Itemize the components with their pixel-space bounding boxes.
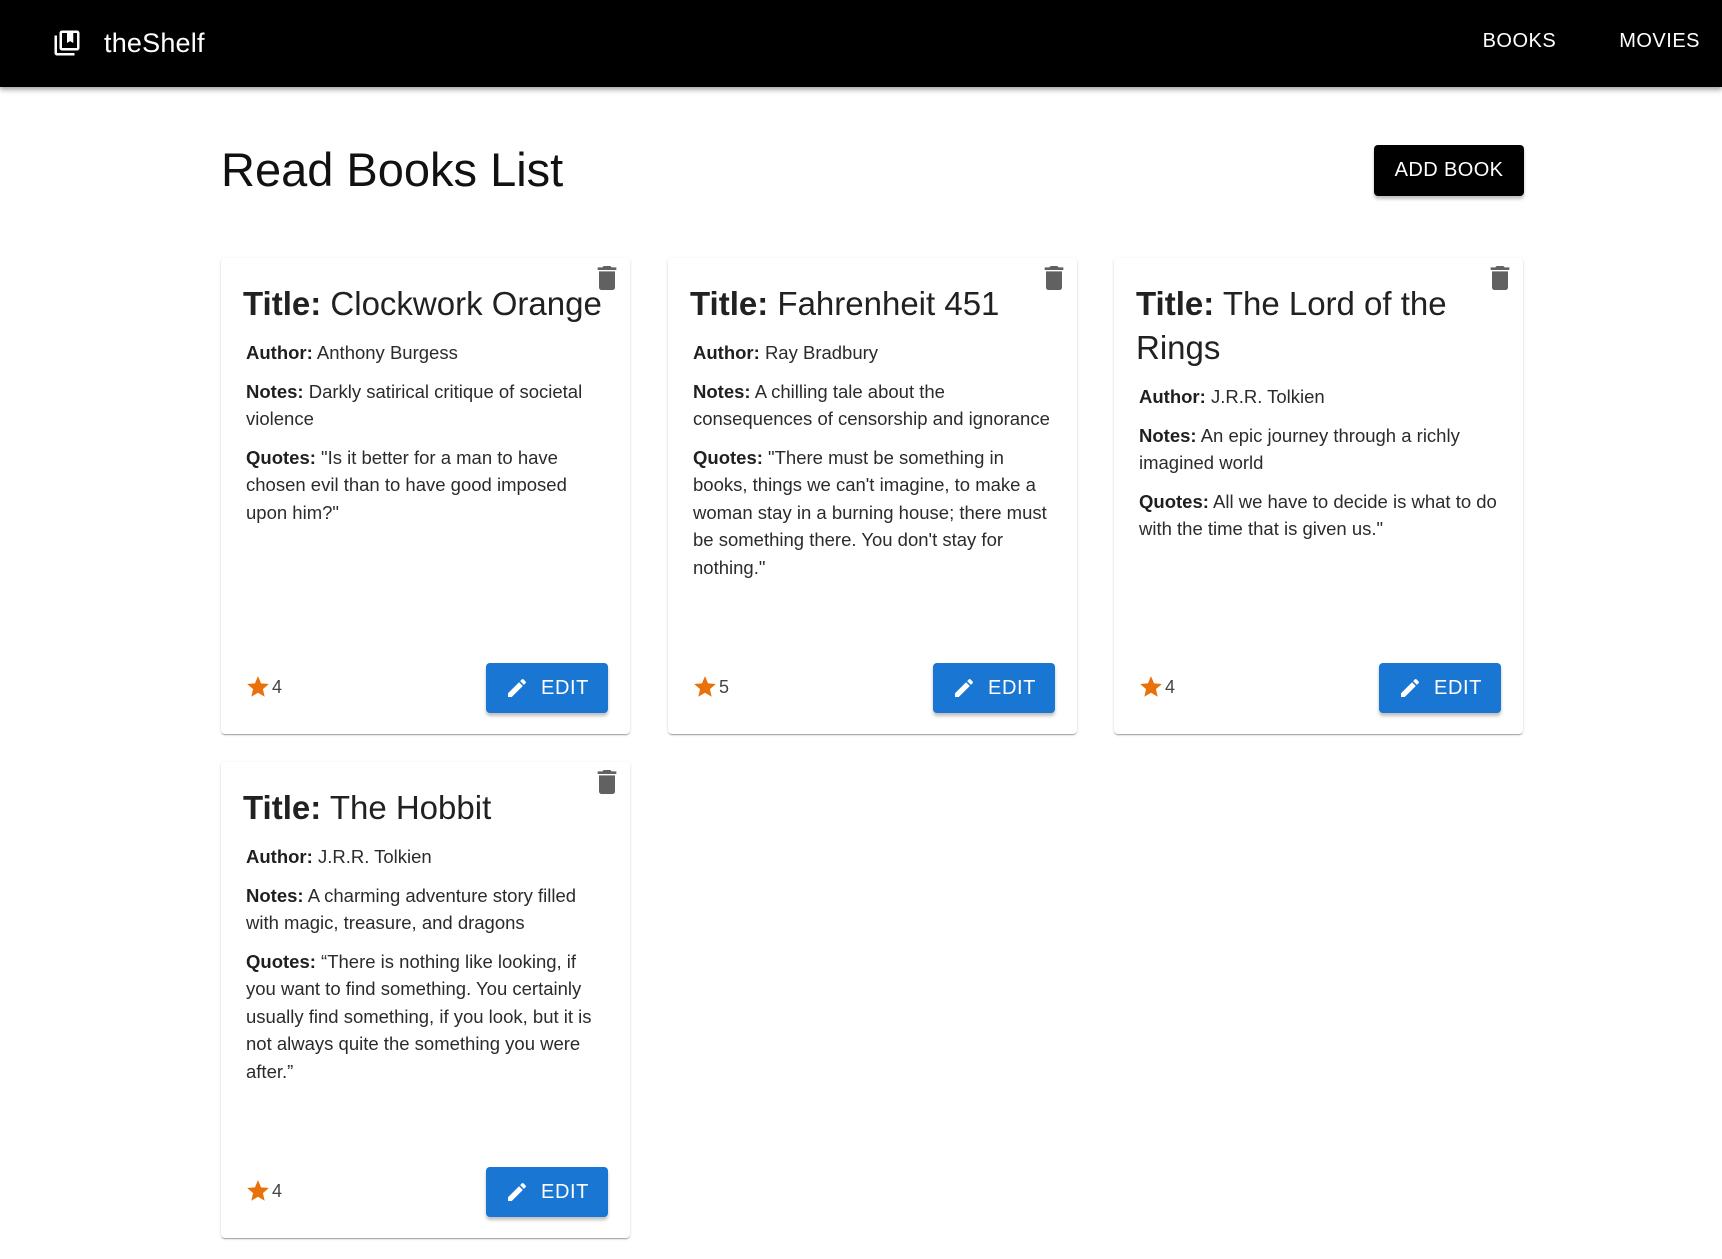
- book-title: Title: Fahrenheit 451: [690, 282, 1052, 326]
- rating-value: 4: [272, 676, 283, 697]
- author-value: Anthony Burgess: [316, 342, 458, 363]
- book-title: Title: The Lord of the Rings: [1136, 282, 1498, 370]
- title-value: Fahrenheit 451: [777, 285, 1000, 322]
- author-label: Author:: [693, 342, 760, 363]
- rating: 5: [692, 674, 729, 700]
- star-icon: [245, 674, 271, 700]
- book-card: Title: Clockwork Orange Author: Anthony …: [221, 258, 630, 734]
- book-title: Title: The Hobbit: [243, 786, 605, 830]
- brand[interactable]: theShelf: [52, 26, 205, 60]
- book-quotes: Quotes: All we have to decide is what to…: [1136, 488, 1498, 543]
- rating-value: 4: [1165, 676, 1176, 697]
- author-value: J.R.R. Tolkien: [317, 846, 432, 867]
- book-author: Author: J.R.R. Tolkien: [1136, 383, 1498, 411]
- pencil-icon: [952, 676, 976, 700]
- rating: 4: [245, 674, 282, 700]
- pencil-icon: [505, 1180, 529, 1204]
- author-value: Ray Bradbury: [764, 342, 879, 363]
- star-icon: [1138, 674, 1164, 700]
- quotes-label: Quotes:: [246, 950, 316, 972]
- quotes-label: Quotes:: [246, 446, 316, 468]
- add-book-button[interactable]: ADD BOOK: [1374, 145, 1524, 196]
- edit-label: EDIT: [541, 1180, 589, 1203]
- book-card: Title: The Hobbit Author: J.R.R. Tolkien…: [221, 762, 630, 1238]
- title-label: Title:: [1136, 285, 1215, 322]
- quotes-label: Quotes:: [693, 446, 763, 468]
- book-author: Author: Anthony Burgess: [243, 339, 605, 367]
- book-card: Title: Fahrenheit 451 Author: Ray Bradbu…: [668, 258, 1077, 734]
- book-title: Title: Clockwork Orange: [243, 282, 605, 326]
- edit-label: EDIT: [988, 676, 1036, 699]
- book-author: Author: J.R.R. Tolkien: [243, 843, 605, 871]
- notes-label: Notes:: [693, 380, 751, 402]
- edit-label: EDIT: [1434, 676, 1482, 699]
- author-value: J.R.R. Tolkien: [1210, 386, 1325, 407]
- book-card: Title: The Lord of the Rings Author: J.R…: [1114, 258, 1523, 734]
- book-author: Author: Ray Bradbury: [690, 339, 1052, 367]
- book-notes: Notes: A chilling tale about the consequ…: [690, 378, 1052, 433]
- notes-label: Notes:: [246, 380, 304, 402]
- title-label: Title:: [243, 789, 322, 826]
- author-label: Author:: [1139, 386, 1206, 407]
- top-nav: BOOKS MOVIES: [1420, 30, 1700, 53]
- pencil-icon: [505, 676, 529, 700]
- notes-label: Notes:: [246, 884, 304, 906]
- title-label: Title:: [243, 285, 322, 322]
- book-notes: Notes: Darkly satirical critique of soci…: [243, 378, 605, 433]
- edit-button[interactable]: EDIT: [933, 663, 1055, 713]
- nav-books-link[interactable]: BOOKS: [1483, 30, 1557, 53]
- app-bar: theShelf BOOKS MOVIES: [0, 0, 1722, 87]
- notes-label: Notes:: [1139, 424, 1197, 446]
- rating: 4: [245, 1178, 282, 1204]
- edit-button[interactable]: EDIT: [1379, 663, 1501, 713]
- book-quotes: Quotes: "Is it better for a man to have …: [243, 444, 605, 527]
- library-books-icon: [52, 28, 82, 58]
- book-notes: Notes: An epic journey through a richly …: [1136, 422, 1498, 477]
- pencil-icon: [1398, 676, 1422, 700]
- book-quotes: Quotes: “There is nothing like looking, …: [243, 948, 605, 1086]
- app-name: theShelf: [104, 27, 205, 58]
- rating-value: 5: [719, 676, 730, 697]
- rating: 4: [1138, 674, 1175, 700]
- book-notes: Notes: A charming adventure story filled…: [243, 882, 605, 937]
- edit-label: EDIT: [541, 676, 589, 699]
- rating-value: 4: [272, 1180, 283, 1201]
- edit-button[interactable]: EDIT: [486, 1167, 608, 1217]
- author-label: Author:: [246, 846, 313, 867]
- author-label: Author:: [246, 342, 313, 363]
- quotes-label: Quotes:: [1139, 490, 1209, 512]
- title-value: Clockwork Orange: [330, 285, 602, 322]
- page-title: Read Books List: [221, 143, 564, 196]
- star-icon: [245, 1178, 271, 1204]
- title-value: The Hobbit: [329, 789, 492, 826]
- title-label: Title:: [690, 285, 769, 322]
- book-quotes: Quotes: "There must be something in book…: [690, 444, 1052, 582]
- nav-movies-link[interactable]: MOVIES: [1619, 30, 1700, 53]
- edit-button[interactable]: EDIT: [486, 663, 608, 713]
- star-icon: [692, 674, 718, 700]
